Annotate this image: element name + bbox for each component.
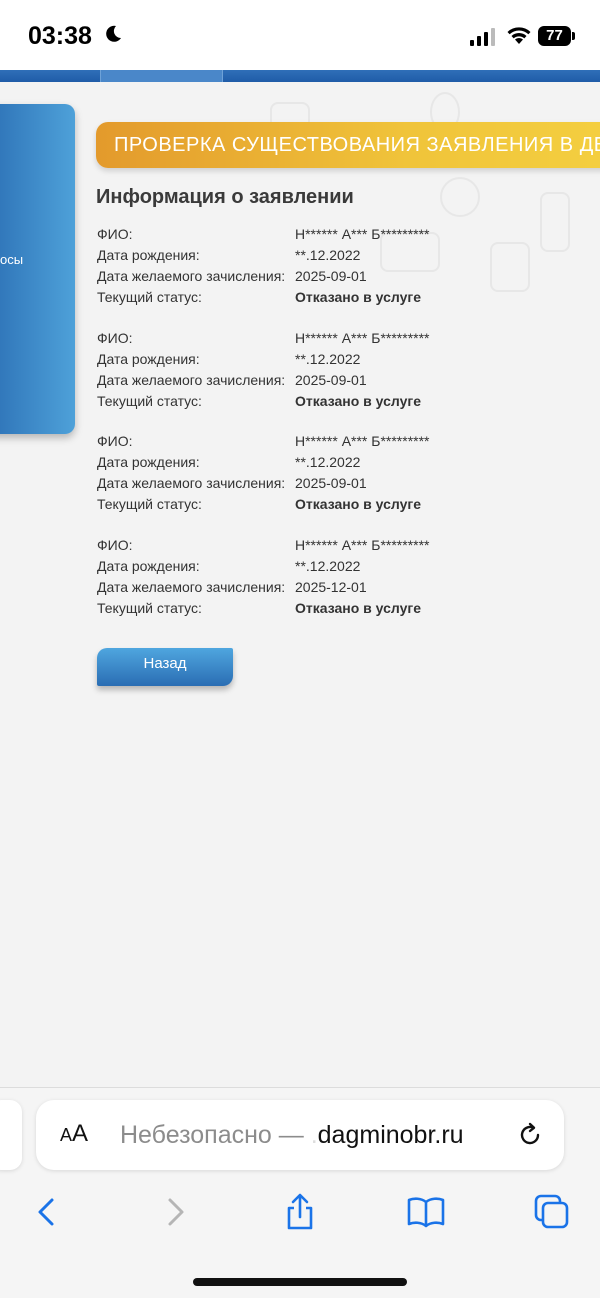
signal-icon <box>470 28 495 46</box>
record-row-enroll: Дата желаемого зачисления: 2025-09-01 <box>97 268 497 289</box>
enroll-label: Дата желаемого зачисления: <box>97 579 286 595</box>
fio-label: ФИО: <box>97 537 133 553</box>
share-icon[interactable] <box>280 1192 320 1232</box>
record-row-enroll: Дата желаемого зачисления: 2025-09-01 <box>97 475 497 496</box>
status-label: Текущий статус: <box>97 496 202 512</box>
battery-level: 77 <box>538 26 571 46</box>
record-row-fio: ФИО: Н****** А*** Б********* <box>97 330 497 351</box>
home-indicator <box>193 1278 407 1286</box>
background-doodle <box>440 177 480 217</box>
address-bar[interactable]: AA Небезопасно — .dagminobr.ru <box>36 1100 564 1170</box>
application-record: ФИО: Н****** А*** Б********* Дата рожден… <box>97 537 497 621</box>
banner-title: ПРОВЕРКА СУЩЕСТВОВАНИЯ ЗАЯВЛЕНИЯ В ДЕ <box>114 134 600 156</box>
fio-value: Н****** А*** Б********* <box>295 330 430 346</box>
fio-value: Н****** А*** Б********* <box>295 226 430 242</box>
browser-toolbar: AA Небезопасно — .dagminobr.ru <box>0 1087 600 1298</box>
record-row-status: Текущий статус: Отказано в услуге <box>97 600 497 621</box>
bookmarks-icon[interactable] <box>406 1192 446 1232</box>
url-text[interactable]: Небезопасно — .dagminobr.ru <box>120 1121 464 1150</box>
status-value: Отказано в услуге <box>295 393 421 409</box>
enroll-value: 2025-09-01 <box>295 475 367 491</box>
enroll-label: Дата желаемого зачисления: <box>97 372 286 388</box>
record-row-birth: Дата рождения: **.12.2022 <box>97 558 497 579</box>
status-label: Текущий статус: <box>97 600 202 616</box>
enroll-label: Дата желаемого зачисления: <box>97 475 286 491</box>
birth-label: Дата рождения: <box>97 351 200 367</box>
fio-label: ФИО: <box>97 330 133 346</box>
birth-value: **.12.2022 <box>295 247 361 263</box>
page-content: осы ПРОВЕРКА СУЩЕСТВОВАНИЯ ЗАЯВЛЕНИЯ В Д… <box>0 82 600 1087</box>
back-arrow-icon[interactable] <box>26 1192 66 1232</box>
site-nav-tab[interactable] <box>100 70 223 82</box>
birth-value: **.12.2022 <box>295 454 361 470</box>
record-row-status: Текущий статус: Отказано в услуге <box>97 393 497 414</box>
tabs-icon[interactable] <box>532 1192 572 1232</box>
fio-value: Н****** А*** Б********* <box>295 537 430 553</box>
application-record: ФИО: Н****** А*** Б********* Дата рожден… <box>97 433 497 517</box>
birth-value: **.12.2022 <box>295 351 361 367</box>
enroll-value: 2025-09-01 <box>295 372 367 388</box>
wifi-icon <box>507 27 531 44</box>
status-value: Отказано в услуге <box>295 600 421 616</box>
status-label: Текущий статус: <box>97 393 202 409</box>
application-record: ФИО: Н****** А*** Б********* Дата рожден… <box>97 330 497 414</box>
fio-value: Н****** А*** Б********* <box>295 433 430 449</box>
status-bar: 03:38 77 <box>0 0 600 70</box>
sidebar-item-label[interactable]: осы <box>0 252 23 267</box>
fio-label: ФИО: <box>97 433 133 449</box>
battery-icon: 77 <box>538 26 576 46</box>
record-row-birth: Дата рождения: **.12.2022 <box>97 247 497 268</box>
url-hidden-part: . <box>310 1121 318 1149</box>
status-label: Текущий статус: <box>97 289 202 305</box>
birth-label: Дата рождения: <box>97 558 200 574</box>
record-row-status: Текущий статус: Отказано в услуге <box>97 289 497 310</box>
url-domain: dagminobr.ru <box>317 1121 464 1149</box>
enroll-value: 2025-09-01 <box>295 268 367 284</box>
application-record: ФИО: Н****** А*** Б********* Дата рожден… <box>97 226 497 310</box>
reader-settings-button[interactable]: AA <box>60 1120 88 1148</box>
clock: 03:38 <box>28 22 92 50</box>
birth-label: Дата рождения: <box>97 454 200 470</box>
reload-icon[interactable] <box>516 1121 544 1149</box>
record-row-enroll: Дата желаемого зачисления: 2025-12-01 <box>97 579 497 600</box>
page-banner: ПРОВЕРКА СУЩЕСТВОВАНИЯ ЗАЯВЛЕНИЯ В ДЕ <box>96 122 600 168</box>
record-row-enroll: Дата желаемого зачисления: 2025-09-01 <box>97 372 497 393</box>
site-top-nav <box>0 70 600 82</box>
record-row-birth: Дата рождения: **.12.2022 <box>97 454 497 475</box>
sidebar-menu[interactable]: осы <box>0 104 75 434</box>
forward-arrow-icon[interactable] <box>156 1192 196 1232</box>
enroll-label: Дата желаемого зачисления: <box>97 268 286 284</box>
back-button[interactable]: Назад <box>97 648 233 686</box>
record-row-fio: ФИО: Н****** А*** Б********* <box>97 226 497 247</box>
status-value: Отказано в услуге <box>295 289 421 305</box>
background-doodle <box>540 192 570 252</box>
record-row-birth: Дата рождения: **.12.2022 <box>97 351 497 372</box>
fio-label: ФИО: <box>97 226 133 242</box>
record-row-fio: ФИО: Н****** А*** Б********* <box>97 537 497 558</box>
moon-icon <box>106 25 121 42</box>
status-value: Отказано в услуге <box>295 496 421 512</box>
record-row-fio: ФИО: Н****** А*** Б********* <box>97 433 497 454</box>
enroll-value: 2025-12-01 <box>295 579 367 595</box>
birth-value: **.12.2022 <box>295 558 361 574</box>
birth-label: Дата рождения: <box>97 247 200 263</box>
section-title: Информация о заявлении <box>96 186 354 208</box>
previous-tab-peek[interactable] <box>0 1100 22 1170</box>
url-security-label: Небезопасно — <box>120 1121 311 1149</box>
record-row-status: Текущий статус: Отказано в услуге <box>97 496 497 517</box>
